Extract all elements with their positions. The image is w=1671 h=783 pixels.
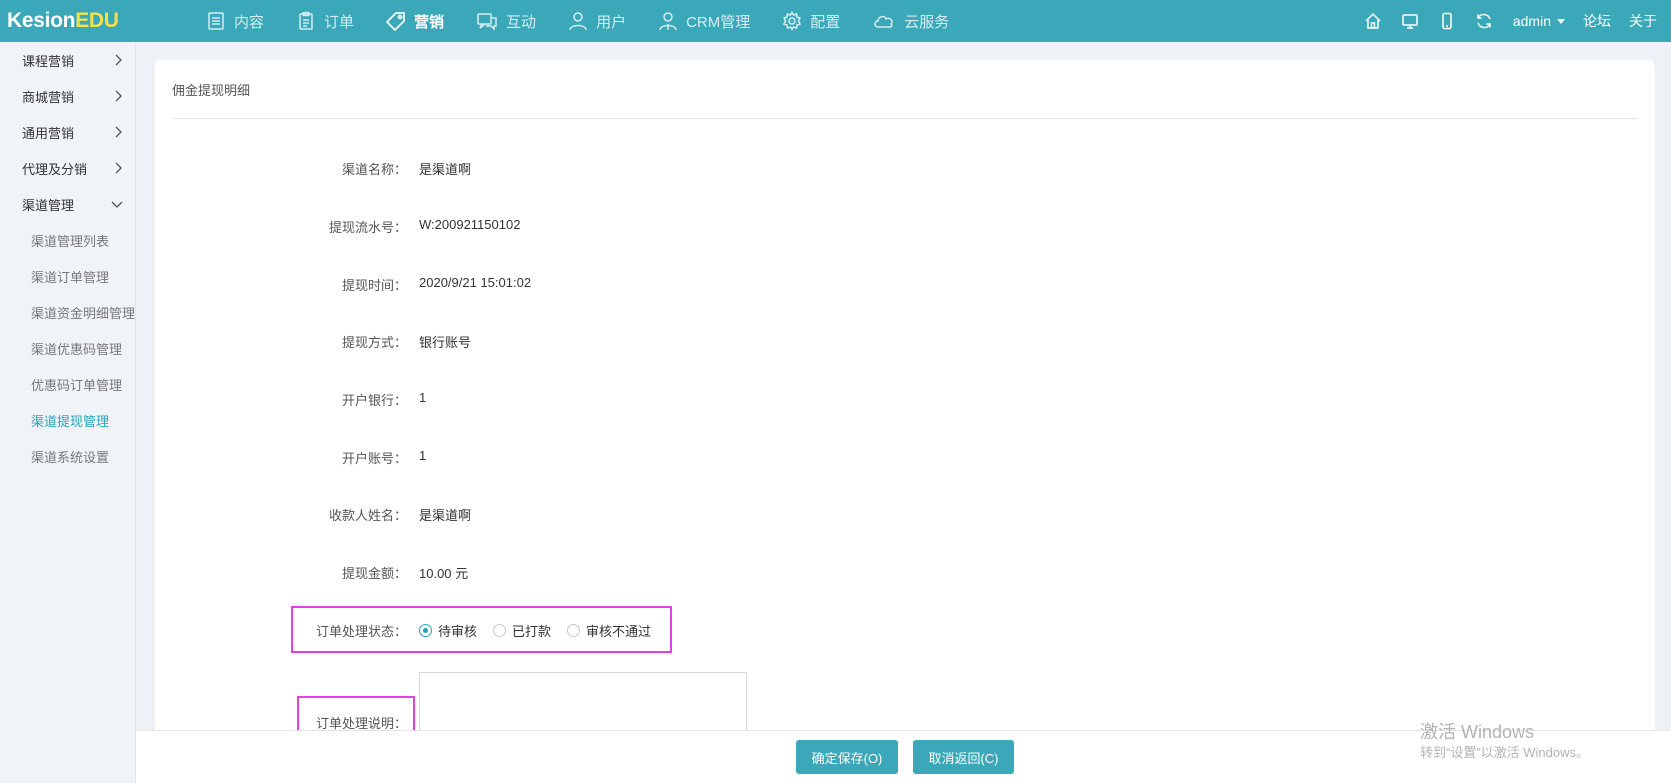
sidebar-item-coupon-orders[interactable]: 优惠码订单管理 xyxy=(0,366,135,402)
divider xyxy=(172,118,1638,119)
field-value-bank: 1 xyxy=(419,390,427,405)
user-menu[interactable]: admin xyxy=(1513,13,1565,29)
nav-label: 互动 xyxy=(506,13,537,31)
field-label-withdraw-time: 提现时间： xyxy=(341,278,407,293)
gear-icon xyxy=(783,11,802,31)
field-label-payee-name: 收款人姓名： xyxy=(328,508,407,523)
field-value-withdraw-method: 银行账号 xyxy=(419,335,472,350)
field-label-account: 开户账号： xyxy=(341,451,407,466)
sidebar-item-channel-withdrawals[interactable]: 渠道提现管理 xyxy=(0,402,135,438)
mobile-icon xyxy=(1442,12,1453,30)
nav-item-interaction[interactable]: 互动 xyxy=(460,0,552,42)
field-label-withdraw-method: 提现方式： xyxy=(341,335,407,350)
field-label-serial-number: 提现流水号： xyxy=(328,220,407,235)
refresh-icon xyxy=(1477,13,1492,29)
sidebar-group-mall-marketing[interactable]: 商城营销 xyxy=(0,78,135,114)
sidebar-group-course-marketing[interactable]: 课程营销 xyxy=(0,42,135,78)
activation-watermark-title: 激活 Windows xyxy=(1420,722,1535,742)
sidebar-item-channel-orders[interactable]: 渠道订单管理 xyxy=(0,258,135,294)
sidebar-item-channel-list[interactable]: 渠道管理列表 xyxy=(0,222,135,258)
top-right-tools: admin 论坛 关于 xyxy=(1355,0,1671,42)
nav-label: 订单 xyxy=(324,13,355,31)
home-icon xyxy=(1365,12,1381,29)
main-nav: 内容 订单 营销 互动 用户 CRM管理 配置 云服务 xyxy=(190,0,965,42)
sidebar-group-label: 课程营销 xyxy=(22,53,75,69)
about-link[interactable]: 关于 xyxy=(1629,11,1657,31)
monitor-icon xyxy=(1402,14,1419,29)
forum-link[interactable]: 论坛 xyxy=(1583,11,1611,31)
sidebar-item-channel-fund-details[interactable]: 渠道资金明细管理 xyxy=(0,294,135,330)
nav-item-order[interactable]: 订单 xyxy=(280,0,370,42)
tag-icon xyxy=(386,12,405,31)
page-title: 佣金提现明细 xyxy=(172,83,251,98)
nav-label: 营销 xyxy=(414,13,445,31)
sidebar-group-label: 代理及分销 xyxy=(22,161,88,177)
field-value-payee-name: 是渠道啊 xyxy=(419,508,472,523)
field-value-withdraw-time: 2020/9/21 15:01:02 xyxy=(419,275,532,290)
cancel-button[interactable]: 取消返回(C) xyxy=(913,740,1014,774)
field-value-channel-name: 是渠道啊 xyxy=(419,162,472,177)
brand-kesion: Kesion xyxy=(7,9,76,32)
field-value-serial-number: W:200921150102 xyxy=(419,217,521,232)
chevron-right-icon xyxy=(115,126,122,138)
save-button[interactable]: 确定保存(O) xyxy=(796,740,898,774)
sidebar-item-channel-coupon-codes[interactable]: 渠道优惠码管理 xyxy=(0,330,135,366)
sidebar-group-label: 商城营销 xyxy=(22,89,75,105)
sidebar-group-channel-management[interactable]: 渠道管理 xyxy=(0,186,135,222)
nav-label: 配置 xyxy=(810,13,841,31)
nav-item-content[interactable]: 内容 xyxy=(190,0,280,42)
brand-logo[interactable]: KesionEDU xyxy=(0,9,190,33)
caret-down-icon xyxy=(1557,18,1565,24)
clipboard-icon xyxy=(299,11,313,30)
nav-label: 云服务 xyxy=(904,13,950,31)
user-icon xyxy=(569,12,587,31)
mobile-button[interactable] xyxy=(1429,12,1466,30)
nav-item-crm[interactable]: CRM管理 xyxy=(642,0,766,42)
sidebar-group-agent-distribution[interactable]: 代理及分销 xyxy=(0,150,135,186)
content-panel: 佣金提现明细 渠道名称： 是渠道啊 提现流水号： W:200921150102 … xyxy=(155,60,1655,740)
document-icon xyxy=(208,12,224,30)
brand-edu: EDU xyxy=(75,9,119,32)
nav-label: 内容 xyxy=(234,13,265,31)
nav-item-config[interactable]: 配置 xyxy=(766,0,856,42)
nav-item-cloud[interactable]: 云服务 xyxy=(856,0,965,42)
activation-watermark-subtitle: 转到“设置”以激活 Windows。 xyxy=(1420,745,1590,760)
field-label-channel-name: 渠道名称： xyxy=(341,162,407,177)
chevron-right-icon xyxy=(115,54,122,66)
sidebar-group-label: 通用营销 xyxy=(22,125,75,141)
nav-label: 用户 xyxy=(596,13,627,31)
refresh-button[interactable] xyxy=(1466,12,1503,30)
highlight-box-status xyxy=(291,606,672,653)
chevron-right-icon xyxy=(115,90,122,102)
field-value-account: 1 xyxy=(419,448,427,463)
chat-icon xyxy=(477,13,497,31)
highlight-box-note xyxy=(297,696,415,734)
sidebar: 课程营销 商城营销 通用营销 代理及分销 渠道管理 渠道管理列表 渠道订单管理 … xyxy=(0,42,136,783)
desktop-button[interactable] xyxy=(1392,12,1429,30)
nav-item-users[interactable]: 用户 xyxy=(552,0,642,42)
chevron-right-icon xyxy=(115,162,122,174)
chevron-down-icon xyxy=(111,201,123,208)
field-value-amount: 10.00 元 xyxy=(419,566,469,581)
field-label-amount: 提现金额： xyxy=(341,566,407,581)
nav-label: CRM管理 xyxy=(686,13,751,31)
nav-item-marketing[interactable]: 营销 xyxy=(370,0,460,42)
sidebar-item-channel-settings[interactable]: 渠道系统设置 xyxy=(0,438,135,474)
username: admin xyxy=(1512,13,1551,29)
top-navigation-bar: KesionEDU 内容 订单 营销 互动 用户 CRM管理 配置 云服务 ad… xyxy=(0,0,1671,42)
sidebar-group-general-marketing[interactable]: 通用营销 xyxy=(0,114,135,150)
home-button[interactable] xyxy=(1355,12,1392,30)
crm-user-icon xyxy=(659,12,677,31)
cloud-icon xyxy=(874,15,894,28)
field-label-bank: 开户银行： xyxy=(341,393,407,408)
sidebar-group-label: 渠道管理 xyxy=(22,197,75,213)
